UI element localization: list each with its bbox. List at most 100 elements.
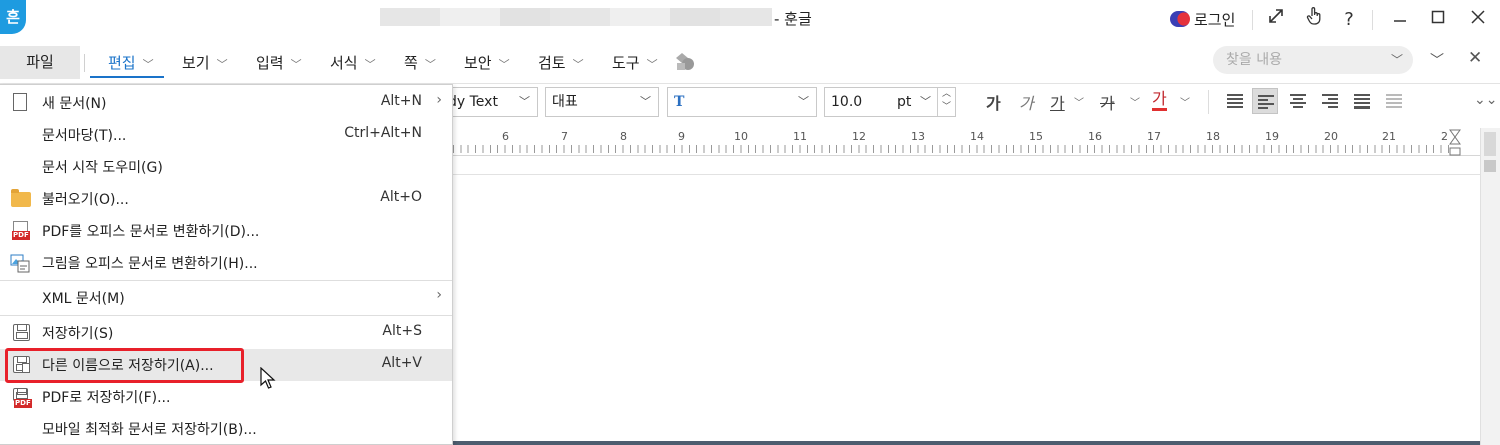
tab-label: 쪽: [404, 54, 418, 72]
chevron-down-icon: ﹀: [498, 58, 510, 71]
right-margin-marker[interactable]: [1448, 128, 1462, 158]
ruler-number: 18: [1206, 130, 1220, 143]
help-icon[interactable]: ?: [1335, 6, 1363, 34]
ruler-number: 16: [1088, 130, 1102, 143]
tab-security[interactable]: 보안 ﹀: [464, 52, 510, 73]
ruler-number: 19: [1265, 130, 1279, 143]
login-button[interactable]: 로그인: [1194, 9, 1235, 30]
toolbar-expand-icon[interactable]: ⌄⌄: [1474, 92, 1497, 108]
highlight-annotation: [5, 348, 244, 383]
ruler-number: 20: [1324, 130, 1338, 143]
font-color-button[interactable]: 가: [1152, 90, 1167, 111]
ruler-ticks: [453, 145, 1453, 153]
shapes-icon[interactable]: [674, 52, 696, 72]
tab-label: 보안: [464, 54, 492, 72]
vertical-scrollbar[interactable]: [1480, 128, 1500, 445]
chevron-down-icon[interactable]: ﹀: [1130, 94, 1140, 109]
tab-tools[interactable]: 도구 ﹀: [612, 52, 658, 73]
chevron-down-icon[interactable]: ﹀: [1180, 94, 1190, 109]
scrollbar-thumb[interactable]: [1484, 160, 1496, 172]
font-kind-value: 대표: [552, 94, 578, 110]
tab-format[interactable]: 서식 ﹀: [330, 52, 376, 73]
font-size-field[interactable]: 10.0 pt ﹀ ︿ ﹀: [824, 87, 956, 117]
menu-separator: [0, 280, 452, 281]
app-logo[interactable]: 흔: [0, 0, 26, 34]
align-right-button[interactable]: [1317, 88, 1343, 114]
scroll-up-button[interactable]: [1484, 132, 1496, 156]
tab-page[interactable]: 쪽 ﹀: [404, 52, 436, 73]
align-justify-button[interactable]: [1222, 88, 1248, 114]
tab-label: 입력: [256, 54, 284, 72]
menu-item-start-wizard[interactable]: 문서 시작 도우미(G): [0, 151, 452, 183]
underline-button[interactable]: 가: [1050, 90, 1065, 114]
chevron-down-icon: ﹀: [290, 58, 302, 71]
close-icon[interactable]: ✕: [1468, 48, 1482, 68]
menu-item-save[interactable]: 저장하기(S) Alt+S: [0, 317, 452, 349]
menu-item-pdf-convert[interactable]: PDF PDF를 오피스 문서로 변환하기(D)...: [0, 215, 452, 247]
ruler-number: 17: [1147, 130, 1161, 143]
status-strip: [453, 441, 1480, 445]
chevron-down-icon: ﹀: [424, 58, 436, 71]
chevron-down-icon: ﹀: [572, 58, 584, 71]
menu-item-label: 저장하기(S): [42, 326, 114, 342]
menu-item-label: 불러오기(O)...: [42, 192, 129, 208]
menu-item-label: 문서마당(T)...: [42, 128, 127, 144]
menu-item-new-document[interactable]: 새 문서(N) Alt+N ›: [0, 87, 452, 119]
chevron-down-icon: ﹀: [364, 58, 376, 71]
font-size-value: 10.0: [831, 94, 863, 110]
expand-icon[interactable]: [1262, 6, 1290, 34]
menu-item-open[interactable]: 불러오기(O)... Alt+O: [0, 183, 452, 215]
ribbon-collapse-icon[interactable]: ﹀: [1430, 50, 1444, 70]
ruler: 6 7 8 9 10 11 12 13 14 15 16 17 18 19 20…: [453, 128, 1480, 156]
menu-item-templates[interactable]: 문서마당(T)... Ctrl+Alt+N: [0, 119, 452, 151]
account-icon[interactable]: [1170, 11, 1190, 27]
search-input[interactable]: 찾을 내용 ﹀: [1213, 46, 1413, 74]
ruler-number: 7: [561, 130, 568, 143]
ruler-number: 13: [911, 130, 925, 143]
ruler-number: 6: [502, 130, 509, 143]
toolbar-divider: [1208, 90, 1209, 114]
menu-item-xml-document[interactable]: XML 문서(M) ›: [0, 282, 452, 314]
italic-button[interactable]: 가: [1019, 90, 1034, 114]
menu-item-save-mobile[interactable]: 모바일 최적화 문서로 저장하기(B)...: [0, 413, 452, 445]
tab-edit[interactable]: 편집 ﹀: [108, 52, 154, 73]
tab-insert[interactable]: 입력 ﹀: [256, 52, 302, 73]
chevron-down-icon[interactable]: ﹀: [1391, 46, 1403, 74]
tab-label: 서식: [330, 54, 358, 72]
touch-icon[interactable]: [1300, 6, 1328, 34]
file-tab[interactable]: 파일: [0, 46, 80, 79]
tab-view[interactable]: 보기 ﹀: [182, 52, 228, 73]
image-convert-icon: [10, 253, 32, 273]
minimize-icon[interactable]: [1386, 6, 1414, 34]
font-kind-select[interactable]: 대표 ﹀: [545, 87, 659, 117]
ruler-number: 11: [793, 130, 807, 143]
font-unit: pt: [897, 94, 912, 110]
tab-review[interactable]: 검토 ﹀: [538, 52, 584, 73]
menu-item-image-convert[interactable]: 그림을 오피스 문서로 변환하기(H)...: [0, 247, 452, 279]
align-split-button[interactable]: [1381, 88, 1407, 114]
tab-label: 검토: [538, 54, 566, 72]
menu-item-shortcut: Alt+O: [380, 189, 422, 205]
document-page[interactable]: [453, 156, 1480, 441]
font-name-select[interactable]: T ﹀: [667, 87, 817, 117]
ruler-number: 14: [970, 130, 984, 143]
align-center-button[interactable]: [1285, 88, 1311, 114]
ruler-number: 8: [620, 130, 627, 143]
maximize-icon[interactable]: [1424, 6, 1452, 34]
menu-bar: 파일 편집 ﹀ 보기 ﹀ 입력 ﹀ 서식 ﹀ 쪽 ﹀ 보안 ﹀ 검토 ﹀ 도구 ﹀ 찾을 내용 …: [0, 40, 1500, 84]
pdf-convert-icon: PDF: [10, 221, 32, 241]
chevron-down-icon[interactable]: ﹀: [1074, 94, 1084, 109]
menu-item-label: XML 문서(M): [42, 291, 125, 307]
window-title: - 훈글: [774, 10, 812, 28]
bold-button[interactable]: 가: [986, 90, 1001, 114]
menu-item-save-pdf[interactable]: PDF PDF로 저장하기(F)...: [0, 381, 452, 413]
menu-item-label: PDF로 저장하기(F)...: [42, 390, 171, 406]
align-left-button[interactable]: [1252, 88, 1278, 114]
open-folder-icon: [10, 189, 32, 209]
tab-label: 도구: [612, 54, 640, 72]
search-placeholder: 찾을 내용: [1226, 52, 1282, 68]
strikethrough-button[interactable]: 가: [1100, 90, 1115, 114]
font-size-stepper[interactable]: ︿ ﹀: [937, 88, 955, 116]
align-distribute-button[interactable]: [1349, 88, 1375, 114]
close-icon[interactable]: [1464, 6, 1492, 34]
